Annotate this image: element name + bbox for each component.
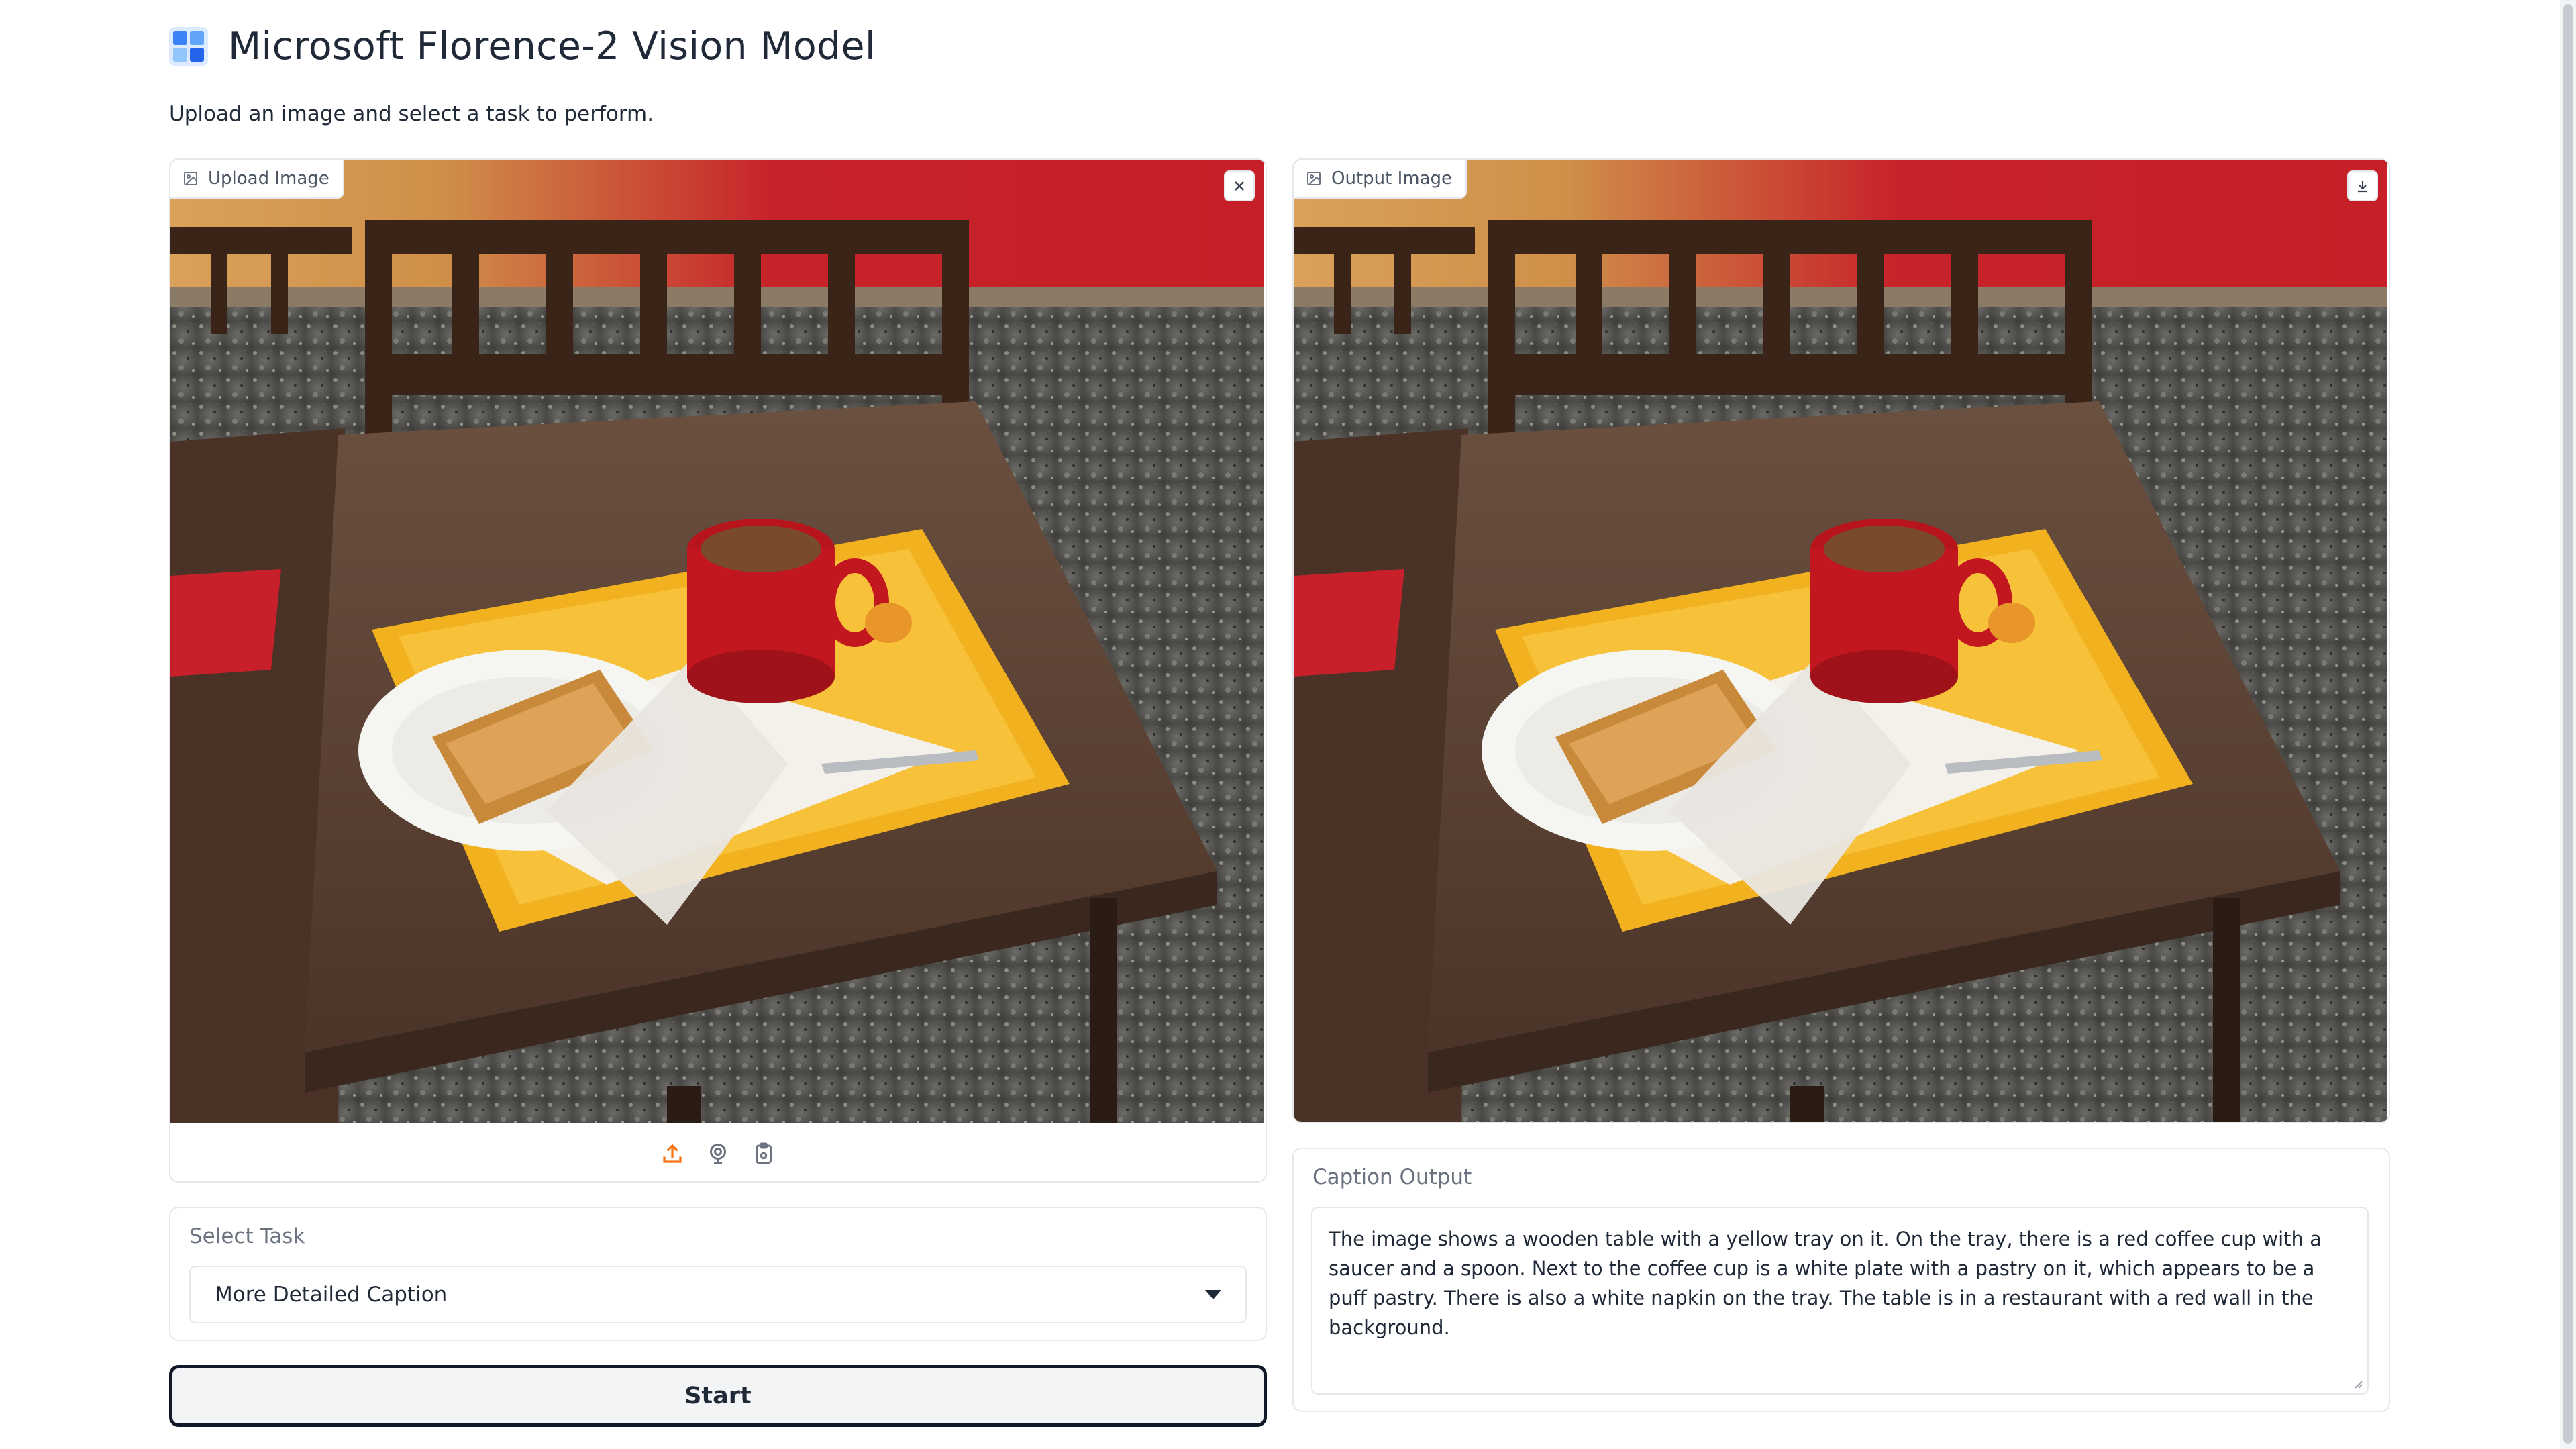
select-task-block: Select Task More Detailed Caption: [169, 1207, 1267, 1341]
upload-image-panel[interactable]: Upload Image: [169, 158, 1267, 1183]
upload-icon: [663, 1144, 682, 1163]
download-icon: [2358, 181, 2367, 193]
webcam-icon: [710, 1144, 726, 1164]
page-scrollbar[interactable]: [2560, 0, 2576, 1449]
app-header: Microsoft Florence-2 Vision Model: [169, 24, 876, 68]
start-button[interactable]: Start: [169, 1365, 1267, 1427]
output-image-label: Output Image: [1294, 160, 1467, 199]
upload-image-label-text: Upload Image: [208, 168, 329, 189]
caption-output-label: Caption Output: [1312, 1165, 1472, 1189]
clipboard-icon: [756, 1142, 772, 1164]
upload-source-button[interactable]: [659, 1140, 686, 1167]
page-title: Microsoft Florence-2 Vision Model: [228, 24, 876, 68]
caption-output-text: The image shows a wooden table with a ye…: [1329, 1228, 2322, 1339]
clear-image-button[interactable]: [1224, 170, 1255, 201]
windows-logo-icon: [169, 27, 208, 66]
close-icon: [1235, 181, 1244, 191]
caption-output-textarea[interactable]: The image shows a wooden table with a ye…: [1311, 1207, 2369, 1395]
output-image-panel: Output Image: [1292, 158, 2390, 1123]
image-icon: [184, 172, 197, 185]
upload-image-label: Upload Image: [170, 160, 344, 199]
caption-output-block: Caption Output The image shows a wooden …: [1292, 1148, 2390, 1412]
page-subtitle: Upload an image and select a task to per…: [169, 102, 654, 126]
image-source-bar: [170, 1123, 1266, 1181]
clipboard-source-button[interactable]: [750, 1140, 777, 1167]
select-task-label: Select Task: [189, 1224, 305, 1248]
task-dropdown[interactable]: More Detailed Caption: [189, 1266, 1247, 1323]
output-image-label-text: Output Image: [1331, 168, 1453, 189]
task-dropdown-value: More Detailed Caption: [215, 1283, 448, 1307]
uploaded-photo: [170, 160, 1264, 1123]
resize-handle-icon[interactable]: [2351, 1377, 2363, 1389]
chevron-down-icon: [1205, 1290, 1221, 1299]
webcam-source-button[interactable]: [705, 1140, 731, 1167]
output-photo: [1294, 160, 2387, 1123]
scrollbar-thumb[interactable]: [2563, 4, 2573, 1444]
image-icon: [1307, 172, 1321, 185]
download-image-button[interactable]: [2347, 170, 2378, 201]
